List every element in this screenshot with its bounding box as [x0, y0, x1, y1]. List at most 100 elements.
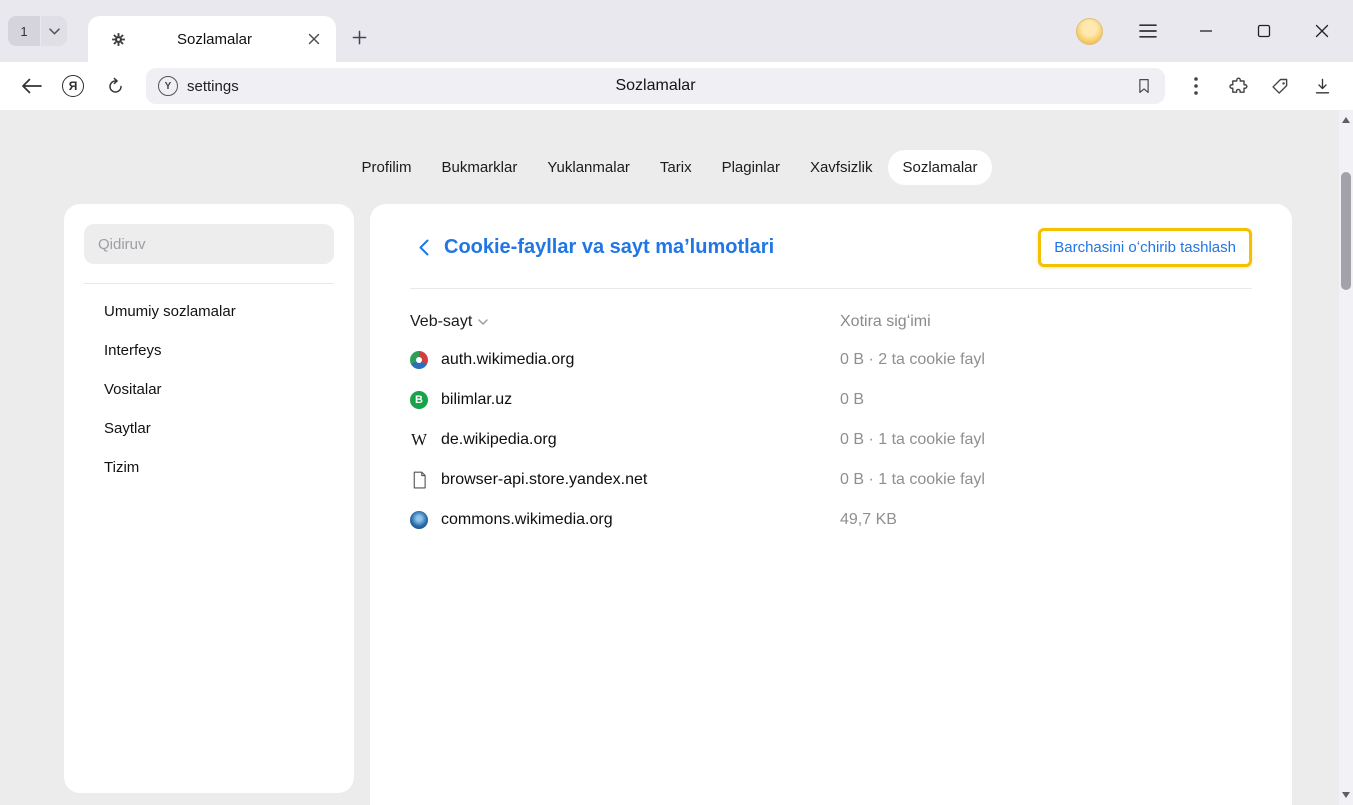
site-row[interactable]: B bilimlar.uz 0 B — [410, 380, 1252, 420]
tab-count: 1 — [20, 24, 27, 39]
back-arrow-icon — [21, 78, 42, 94]
column-header-site[interactable]: Veb-sayt — [410, 313, 840, 331]
panel-header: Cookie-fayllar va sayt maʼlumotlari Barc… — [410, 228, 1252, 267]
reload-button[interactable] — [98, 69, 132, 103]
browser-menu-button[interactable] — [1135, 18, 1161, 44]
site-storage: 0 B — [840, 391, 1252, 409]
site-storage: 0 B · 1 ta cookie fayl — [840, 431, 1252, 449]
sidebar-divider — [84, 283, 334, 284]
site-name: bilimlar.uz — [441, 391, 512, 409]
bilimlar-favicon-icon: B — [410, 391, 428, 409]
downloads-button[interactable] — [1305, 69, 1339, 103]
page-scrollbar[interactable] — [1339, 110, 1353, 805]
browser-toolbar: Я Y settings Sozlamalar — [0, 62, 1353, 110]
panel-back-button[interactable] — [410, 235, 436, 261]
maximize-button[interactable] — [1251, 18, 1277, 44]
cookies-panel: Cookie-fayllar va sayt maʼlumotlari Barc… — [370, 204, 1292, 805]
puzzle-icon — [1228, 76, 1249, 97]
settings-page: Profilim Bukmarklar Yuklanmalar Tarix Pl… — [0, 110, 1339, 805]
window-controls — [1076, 0, 1335, 62]
wikipedia-favicon-icon: W — [410, 431, 428, 449]
tab-sozlamalar[interactable]: Sozlamalar — [888, 150, 991, 185]
scroll-down-arrow-icon[interactable] — [1342, 792, 1350, 798]
tab-title: Sozlamalar — [127, 31, 302, 48]
kebab-menu-icon — [1194, 77, 1198, 95]
tab-xavfsizlik[interactable]: Xavfsizlik — [796, 150, 887, 185]
site-row[interactable]: browser-api.store.yandex.net 0 B · 1 ta … — [410, 460, 1252, 500]
site-name: commons.wikimedia.org — [441, 511, 613, 529]
bookmark-button[interactable] — [1135, 76, 1153, 96]
download-icon — [1313, 77, 1332, 96]
sort-chevron-icon — [478, 319, 488, 325]
settings-gear-icon — [110, 31, 127, 48]
profile-avatar[interactable] — [1076, 18, 1103, 45]
minimize-button[interactable] — [1193, 18, 1219, 44]
table-header: Veb-sayt Xotira sigʻimi — [410, 304, 1252, 340]
settings-sidebar: Umumiy sozlamalar Interfeys Vositalar Sa… — [64, 204, 354, 793]
address-bar[interactable]: Y settings Sozlamalar — [146, 68, 1165, 104]
window-tab-strip: 1 Sozlamalar — [0, 0, 1353, 62]
search-input[interactable] — [84, 224, 334, 264]
wikimedia-favicon-icon — [410, 351, 428, 369]
clear-all-button[interactable]: Barchasini oʻchirib tashlash — [1038, 228, 1252, 267]
tab-bukmarklar[interactable]: Bukmarklar — [428, 150, 532, 185]
url-text: settings — [187, 78, 239, 95]
tab-tarix[interactable]: Tarix — [646, 150, 706, 185]
site-row[interactable]: W de.wikipedia.org 0 B · 1 ta cookie fay… — [410, 420, 1252, 460]
site-storage: 0 B · 2 ta cookie fayl — [840, 351, 1252, 369]
sidebar-item-tizim[interactable]: Tizim — [84, 448, 334, 487]
site-row[interactable]: auth.wikimedia.org 0 B · 2 ta cookie fay… — [410, 340, 1252, 380]
tab-group-control: 1 — [8, 16, 67, 46]
chevron-down-icon — [49, 28, 60, 35]
site-row[interactable]: commons.wikimedia.org 49,7 KB — [410, 500, 1252, 540]
hamburger-icon — [1139, 24, 1157, 38]
minimize-icon — [1199, 24, 1213, 38]
tab-yuklanmalar[interactable]: Yuklanmalar — [533, 150, 644, 185]
collections-tag-icon — [1270, 76, 1291, 97]
more-options-button[interactable] — [1179, 69, 1213, 103]
site-column-label: Veb-sayt — [410, 313, 472, 331]
document-favicon-icon — [410, 471, 428, 489]
new-tab-button[interactable] — [344, 22, 374, 52]
sidebar-item-saytlar[interactable]: Saytlar — [84, 409, 334, 448]
site-cell: commons.wikimedia.org — [410, 511, 840, 529]
tab-plaginlar[interactable]: Plaginlar — [708, 150, 794, 185]
yandex-logo-icon: Я — [62, 75, 84, 97]
browser-tab-sozlamalar[interactable]: Sozlamalar — [88, 16, 336, 62]
close-icon — [1315, 24, 1329, 38]
settings-body: Umumiy sozlamalar Interfeys Vositalar Sa… — [64, 204, 1292, 805]
plus-icon — [352, 30, 367, 45]
reload-icon — [106, 77, 125, 96]
site-name: de.wikipedia.org — [441, 431, 557, 449]
site-cell: W de.wikipedia.org — [410, 431, 840, 449]
tab-list-dropdown[interactable] — [41, 16, 67, 46]
commons-favicon-icon — [410, 511, 428, 529]
site-name: auth.wikimedia.org — [441, 351, 574, 369]
site-storage: 49,7 KB — [840, 511, 1252, 529]
site-cell: browser-api.store.yandex.net — [410, 471, 840, 489]
site-name: browser-api.store.yandex.net — [441, 471, 647, 489]
site-cell: auth.wikimedia.org — [410, 351, 840, 369]
scroll-up-arrow-icon[interactable] — [1342, 117, 1350, 123]
site-storage: 0 B · 1 ta cookie fayl — [840, 471, 1252, 489]
site-badge-icon: Y — [158, 76, 178, 96]
tab-profilim[interactable]: Profilim — [347, 150, 425, 185]
sidebar-item-umumiy-sozlamalar[interactable]: Umumiy sozlamalar — [84, 292, 334, 331]
scrollbar-thumb[interactable] — [1341, 172, 1351, 290]
page-title: Sozlamalar — [146, 77, 1165, 95]
settings-nav-tabs: Profilim Bukmarklar Yuklanmalar Tarix Pl… — [0, 150, 1339, 185]
close-window-button[interactable] — [1309, 18, 1335, 44]
sidebar-item-interfeys[interactable]: Interfeys — [84, 331, 334, 370]
maximize-icon — [1257, 24, 1271, 38]
tab-counter-badge[interactable]: 1 — [8, 16, 40, 46]
site-cell: B bilimlar.uz — [410, 391, 840, 409]
panel-title: Cookie-fayllar va sayt maʼlumotlari — [444, 236, 774, 259]
header-divider — [410, 288, 1252, 289]
column-header-storage: Xotira sigʻimi — [840, 313, 1252, 331]
yandex-home-button[interactable]: Я — [56, 69, 90, 103]
sidebar-item-vositalar[interactable]: Vositalar — [84, 370, 334, 409]
tab-close-icon[interactable] — [302, 27, 326, 51]
extensions-button[interactable] — [1221, 69, 1255, 103]
collections-button[interactable] — [1263, 69, 1297, 103]
back-button[interactable] — [14, 69, 48, 103]
